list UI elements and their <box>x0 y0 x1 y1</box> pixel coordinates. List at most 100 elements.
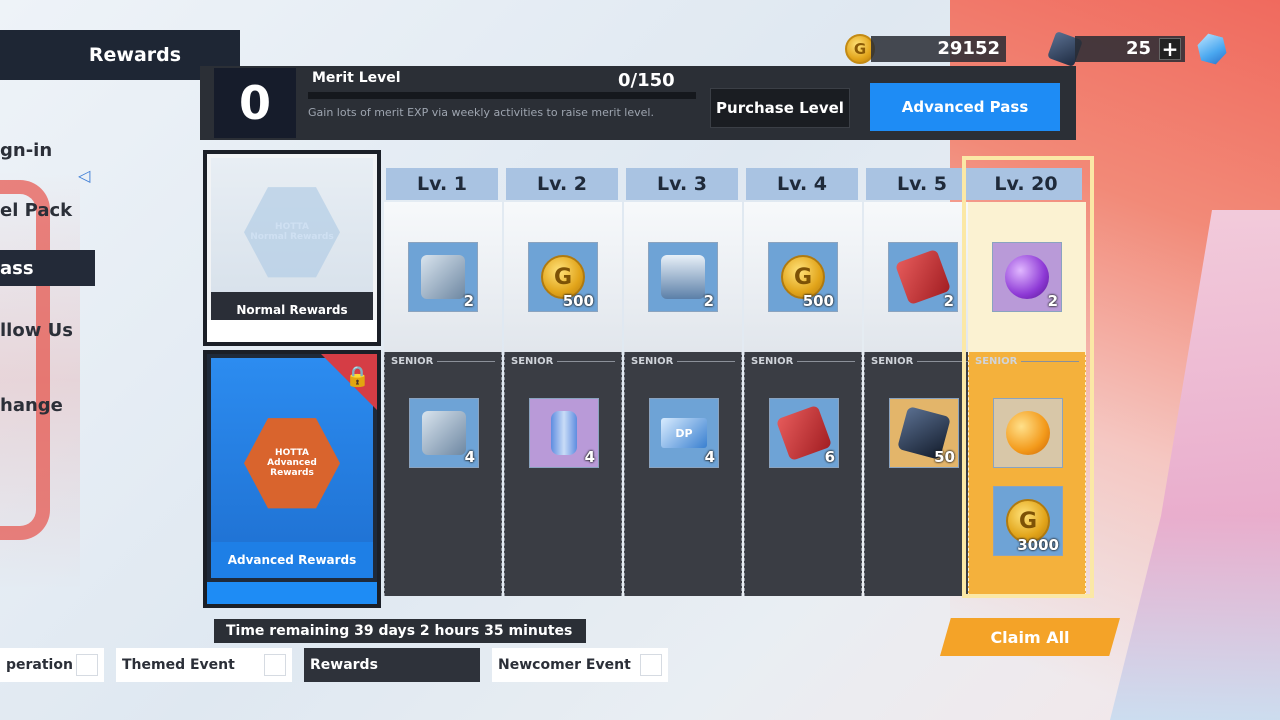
senior-reward-slot: SENIOR DP 4 <box>624 352 742 596</box>
item-count: 3000 <box>1017 536 1059 554</box>
reward-item-gold[interactable]: G 500 <box>528 242 598 312</box>
divider <box>1021 361 1079 362</box>
chest-icon <box>422 411 466 455</box>
senior-reward-slot: SENIOR 50 <box>864 352 982 596</box>
level-label: Lv. 5 <box>866 168 978 200</box>
normal-reward-slot: 2 <box>384 202 502 352</box>
purple-orb-icon <box>1005 255 1049 299</box>
tab-themed-event[interactable]: Themed Event <box>116 648 292 682</box>
tab-operation[interactable]: peration <box>0 648 104 682</box>
item-count: 4 <box>704 448 715 466</box>
reward-item-chest[interactable]: 2 <box>408 242 478 312</box>
level-column-3: Lv. 3 2 SENIOR DP 4 <box>624 162 742 596</box>
gem-amount-box: 25 + <box>1075 36 1185 62</box>
merit-description: Gain lots of merit EXP via weekly activi… <box>308 106 654 119</box>
side-item-follow-us[interactable]: llow Us <box>0 312 73 348</box>
level-column-4: Lv. 4 G 500 SENIOR 6 <box>744 162 862 596</box>
normal-reward-slot: 2 <box>624 202 742 352</box>
reward-item-dp-ticket[interactable]: DP 4 <box>649 398 719 468</box>
crystal-icon[interactable] <box>1194 32 1230 67</box>
reward-item-red-box[interactable]: 2 <box>888 242 958 312</box>
merit-panel: 0 Merit Level 0/150 Gain lots of merit E… <box>200 66 1076 140</box>
reward-item-chest[interactable]: 4 <box>409 398 479 468</box>
level-label: Lv. 1 <box>386 168 498 200</box>
advanced-rewards-caption: Advanced Rewards <box>211 542 373 578</box>
tab-label: peration <box>6 657 73 673</box>
item-count: 500 <box>802 292 834 310</box>
senior-reward-slot: SENIOR 4 <box>504 352 622 596</box>
card-bottom-strip <box>207 582 377 604</box>
senior-reward-slot: SENIOR 6 <box>744 352 862 596</box>
senior-reward-slot: SENIOR 4 <box>384 352 502 596</box>
claim-all-button[interactable]: Claim All <box>940 618 1120 656</box>
emblem-subtitle: Normal Rewards <box>250 232 334 243</box>
item-count: 4 <box>584 448 595 466</box>
time-remaining: Time remaining 39 days 2 hours 35 minute… <box>214 619 587 643</box>
reward-item-gold[interactable]: G 3000 <box>993 486 1063 556</box>
merit-level-number: 0 <box>214 68 296 138</box>
senior-label: SENIOR <box>391 356 434 367</box>
level-label: Lv. 20 <box>970 168 1082 200</box>
level-label: Lv. 3 <box>626 168 738 200</box>
divider <box>797 361 855 362</box>
normal-reward-slot: 2 <box>864 202 982 352</box>
item-count: 4 <box>464 448 475 466</box>
senior-label: SENIOR <box>871 356 914 367</box>
background-logo-glyph <box>0 180 50 540</box>
chest-icon <box>421 255 465 299</box>
reward-item-gold[interactable]: G 500 <box>768 242 838 312</box>
side-item-sign-in[interactable]: gn-in <box>0 132 52 168</box>
item-count: 50 <box>934 448 955 466</box>
tab-rewards[interactable]: Rewards <box>304 648 480 682</box>
senior-label: SENIOR <box>511 356 554 367</box>
senior-label: SENIOR <box>751 356 794 367</box>
senior-reward-slot: SENIOR G 3000 <box>968 352 1086 596</box>
normal-reward-slot: G 500 <box>744 202 862 352</box>
lock-icon: 🔒 <box>345 364 370 388</box>
senior-label: SENIOR <box>975 356 1018 367</box>
dp-ticket-icon: DP <box>661 418 707 448</box>
level-reward-grid: Lv. 1 2 SENIOR 4 Lv. 2 G 500 SENIOR 4 Lv… <box>384 156 1094 598</box>
divider <box>917 361 975 362</box>
level-label: Lv. 4 <box>746 168 858 200</box>
senior-label: SENIOR <box>631 356 674 367</box>
side-item-exchange[interactable]: hange <box>0 387 63 423</box>
orange-orb-icon <box>1006 411 1050 455</box>
purchase-level-button[interactable]: Purchase Level <box>710 88 850 128</box>
item-count: 2 <box>703 292 714 310</box>
divider <box>437 361 495 362</box>
reward-item-supply-box[interactable]: 2 <box>648 242 718 312</box>
advanced-rewards-card[interactable]: HOTTA Advanced Rewards 🔒 Advanced Reward… <box>203 350 381 608</box>
gold-amount: 29152 <box>871 36 1006 62</box>
level-column-5: Lv. 5 2 SENIOR 50 <box>864 162 982 596</box>
side-item-level-pack[interactable]: el Pack <box>0 192 72 228</box>
level-column-1: Lv. 1 2 SENIOR 4 <box>384 162 502 596</box>
grid-icon <box>640 654 662 676</box>
reward-item-can[interactable]: 4 <box>529 398 599 468</box>
triangle-left-icon: ◁ <box>78 166 91 185</box>
card-bottom-strip <box>207 320 377 342</box>
item-count: 2 <box>463 292 474 310</box>
reward-item-purple-orb[interactable]: 2 <box>992 242 1062 312</box>
normal-reward-slot: G 500 <box>504 202 622 352</box>
bottom-tab-bar: peration Themed Event Rewards Newcomer E… <box>0 648 668 682</box>
advanced-pass-button[interactable]: Advanced Pass <box>870 83 1060 131</box>
item-count: 500 <box>562 292 594 310</box>
tab-label: Themed Event <box>122 657 235 673</box>
side-item-pass[interactable]: ass <box>0 250 95 286</box>
level-column-2: Lv. 2 G 500 SENIOR 4 <box>504 162 622 596</box>
can-icon <box>551 411 577 455</box>
level-column-20: Lv. 20 2 SENIOR G 3000 <box>968 162 1086 596</box>
normal-rewards-card[interactable]: HOTTA Normal Rewards Normal Rewards <box>203 150 381 346</box>
reward-item-dark-cube[interactable]: 50 <box>889 398 959 468</box>
item-count: 2 <box>943 292 954 310</box>
merit-progress-bar <box>308 92 696 99</box>
reward-item-orange-orb[interactable] <box>993 398 1063 468</box>
add-gems-button[interactable]: + <box>1159 38 1181 60</box>
tab-label: Newcomer Event <box>498 657 631 673</box>
item-count: 2 <box>1047 292 1058 310</box>
grid-icon <box>76 654 98 676</box>
tab-newcomer-event[interactable]: Newcomer Event <box>492 648 668 682</box>
emblem-title: HOTTA <box>275 222 309 233</box>
reward-item-red-box[interactable]: 6 <box>769 398 839 468</box>
